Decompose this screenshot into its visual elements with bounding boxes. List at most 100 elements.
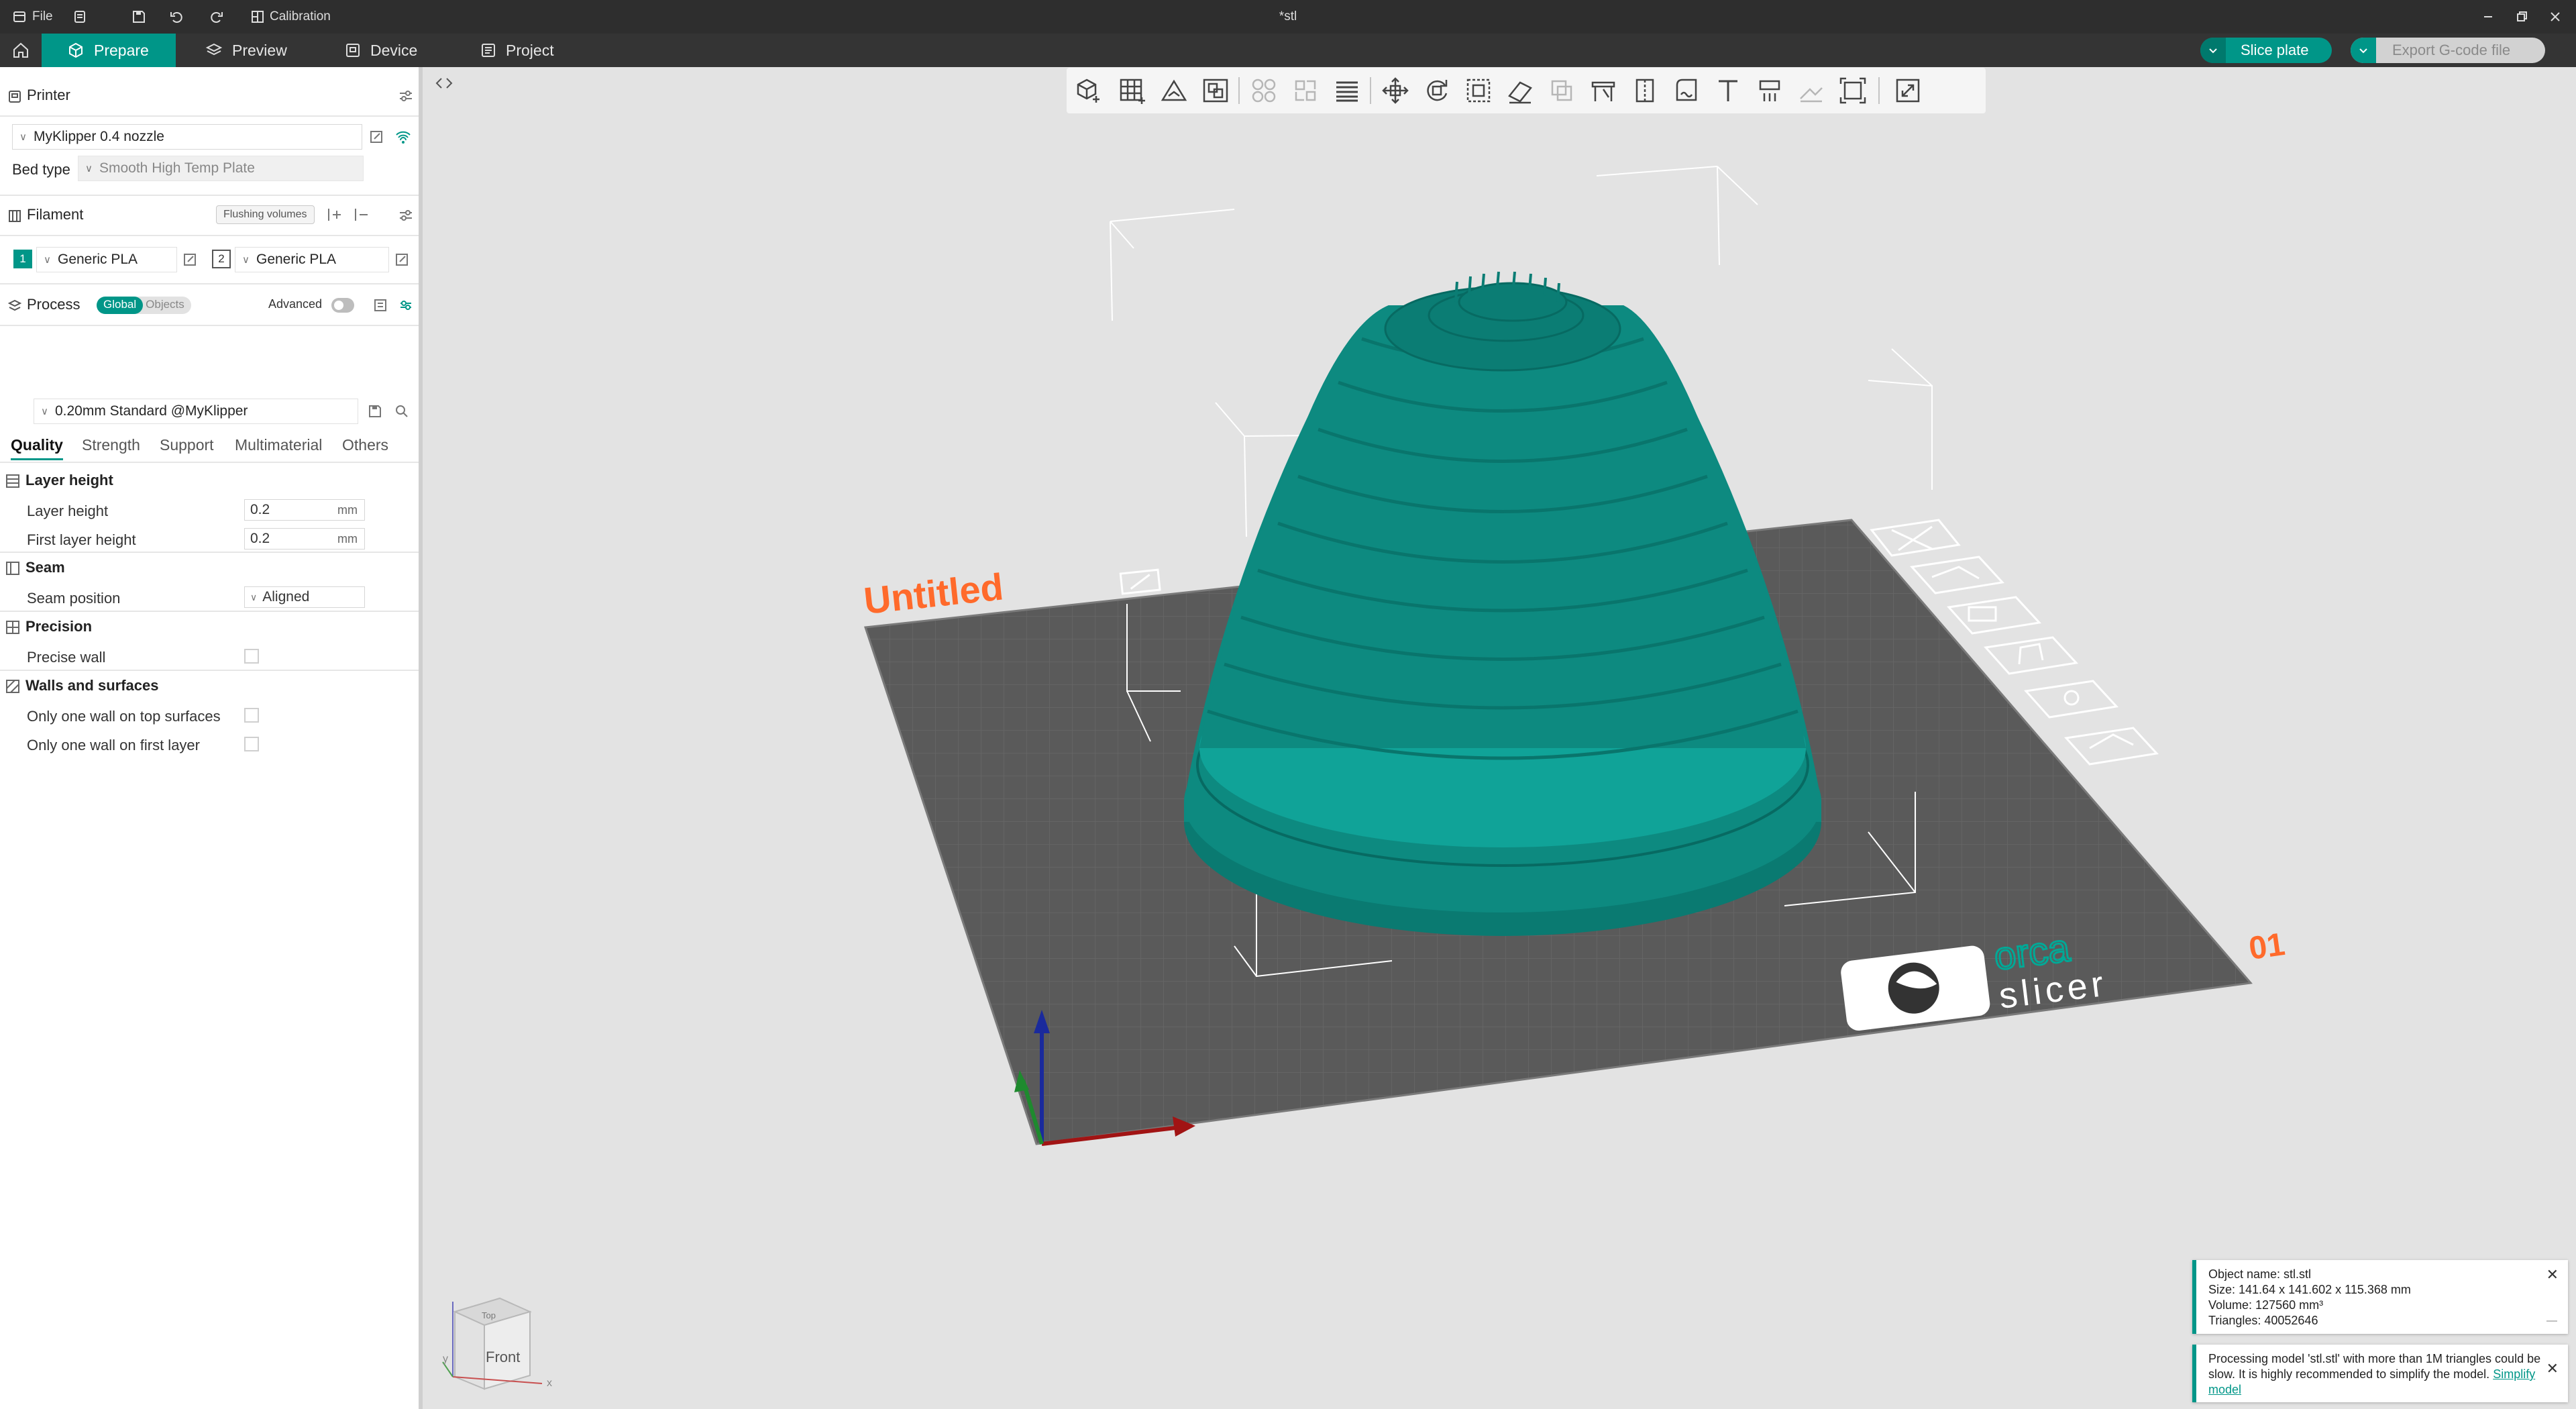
printer-connection-button[interactable]: [393, 127, 413, 147]
filament-section-header: Filament Flushing volumes: [0, 196, 419, 233]
object-triangles-text: Triangles: 40052646: [2208, 1314, 2318, 1327]
support-paint-button[interactable]: [1586, 73, 1621, 108]
view-cube[interactable]: Top Front x y: [442, 1297, 552, 1390]
file-menu[interactable]: File: [12, 0, 53, 34]
first-layer-height-input[interactable]: 0.2 mm: [244, 528, 365, 550]
tab-strength[interactable]: Strength: [82, 436, 140, 454]
close-button[interactable]: [2540, 0, 2571, 34]
minimize-button[interactable]: [2473, 0, 2504, 34]
save-preset-button[interactable]: [365, 401, 385, 421]
close-icon[interactable]: ✕: [2546, 1267, 2559, 1282]
mesh-boolean-button[interactable]: [1752, 73, 1787, 108]
add-filament-icon[interactable]: [326, 207, 342, 222]
cut-tool-button[interactable]: [1544, 73, 1579, 108]
text-icon: [1719, 80, 1737, 101]
scale-tool-button[interactable]: [1461, 73, 1496, 108]
auto-orient-button[interactable]: [1157, 73, 1191, 108]
layer-height-group: Layer height: [0, 466, 419, 495]
edit-filament-2-button[interactable]: [392, 250, 412, 270]
close-icon[interactable]: ✕: [2546, 1361, 2559, 1376]
3d-viewport[interactable]: Untitled 01 orca slicer Top Front x y: [427, 67, 2576, 1409]
slice-plate-button[interactable]: Slice plate: [2200, 38, 2332, 63]
tab-support[interactable]: Support: [160, 436, 214, 454]
arrange-plate-icon[interactable]: [1947, 596, 2041, 635]
seam-paint-button[interactable]: [1627, 73, 1662, 108]
toggle-view-mode-button[interactable]: [1890, 73, 1925, 108]
global-scope-option[interactable]: Global: [97, 297, 144, 314]
compare-presets-icon[interactable]: [373, 298, 388, 313]
tab-others[interactable]: Others: [342, 436, 388, 454]
tab-project[interactable]: Project: [451, 34, 572, 67]
tab-multimaterial[interactable]: Multimaterial: [235, 436, 322, 454]
one-wall-top-checkbox[interactable]: [244, 708, 259, 723]
arrange-button[interactable]: [1198, 73, 1233, 108]
filament-slot-2-badge[interactable]: 2: [212, 250, 231, 268]
objects-scope-option[interactable]: Objects: [143, 297, 191, 314]
text-tool-button[interactable]: [1711, 73, 1746, 108]
add-plate-button[interactable]: [1115, 73, 1150, 108]
collapse-sidebar-button[interactable]: [431, 70, 458, 97]
rotate-icon: [1427, 80, 1448, 101]
printer-select[interactable]: ∨ MyKlipper 0.4 nozzle: [12, 124, 362, 150]
tower-model[interactable]: [1184, 271, 1821, 936]
tab-device[interactable]: Device: [315, 34, 436, 67]
seam-position-select[interactable]: ∨ Aligned: [244, 586, 365, 608]
home-button[interactable]: [0, 34, 42, 67]
filament-slot-1-badge[interactable]: 1: [13, 250, 32, 268]
assembly-button[interactable]: [1794, 73, 1829, 108]
precise-wall-checkbox[interactable]: [244, 649, 259, 664]
filament-slot-2-select[interactable]: ∨ Generic PLA: [235, 247, 389, 272]
add-model-button[interactable]: [1072, 73, 1107, 108]
lock-plate-icon[interactable]: [1984, 636, 2078, 675]
orient-plate-icon[interactable]: [1910, 556, 2004, 594]
move-plate-icon[interactable]: [2064, 727, 2159, 766]
object-size-text: Size: 141.64 x 141.602 x 115.368 mm: [2208, 1283, 2411, 1296]
undo-button[interactable]: [169, 0, 184, 34]
process-scope-toggle[interactable]: Global Objects: [97, 297, 191, 314]
edit-filament-1-button[interactable]: [180, 250, 200, 270]
split-objects-button[interactable]: [1246, 73, 1281, 108]
orient-icon: [1161, 79, 1187, 101]
export-gcode-button[interactable]: Export G-code file: [2351, 38, 2545, 63]
one-wall-first-checkbox[interactable]: [244, 737, 259, 751]
precise-wall-row: Precise wall: [0, 641, 419, 671]
viewport-scene[interactable]: Untitled 01 orca slicer Top Front x y: [427, 67, 2576, 1409]
process-preset-select[interactable]: ∨ 0.20mm Standard @MyKlipper: [34, 399, 358, 424]
tab-preview[interactable]: Preview: [176, 34, 303, 67]
move-tool-button[interactable]: [1378, 73, 1413, 108]
remove-filament-icon[interactable]: [353, 207, 369, 222]
advanced-toggle[interactable]: [331, 298, 354, 313]
fuzzy-skin-button[interactable]: [1669, 73, 1704, 108]
plate-edit-icon[interactable]: [1119, 568, 1161, 595]
split-parts-button[interactable]: [1288, 73, 1323, 108]
notes-button[interactable]: [72, 0, 87, 34]
tab-prepare[interactable]: Prepare: [42, 34, 176, 67]
delete-plate-icon[interactable]: [1870, 519, 1961, 557]
chevron-down-icon: ∨: [41, 406, 48, 417]
rotate-tool-button[interactable]: [1419, 73, 1454, 108]
view-cube-front-label[interactable]: Front: [486, 1349, 520, 1365]
fit-view-button[interactable]: [1835, 73, 1870, 108]
export-dropdown-icon[interactable]: [2351, 38, 2376, 63]
search-settings-button[interactable]: [392, 401, 412, 421]
printer-settings-icon[interactable]: [398, 90, 413, 102]
lay-on-face-button[interactable]: [1503, 73, 1538, 108]
edit-printer-button[interactable]: [366, 127, 386, 147]
slice-dropdown-icon[interactable]: [2200, 38, 2226, 63]
bed-type-select[interactable]: ∨ Smooth High Temp Plate: [78, 156, 364, 181]
restore-button[interactable]: [2506, 0, 2537, 34]
chevron-down-icon: ∨: [44, 254, 51, 266]
variable-layer-height-button[interactable]: [1330, 73, 1364, 108]
filament-slot-1-select[interactable]: ∨ Generic PLA: [36, 247, 177, 272]
plate-name[interactable]: Untitled: [862, 565, 1006, 621]
redo-button[interactable]: [209, 0, 224, 34]
process-settings-icon[interactable]: [398, 298, 413, 313]
save-button[interactable]: [131, 0, 146, 34]
filament-settings-icon[interactable]: [398, 209, 413, 221]
plate-settings-icon[interactable]: [2024, 680, 2118, 719]
layer-height-input[interactable]: 0.2 mm: [244, 499, 365, 521]
flushing-volumes-button[interactable]: Flushing volumes: [216, 205, 315, 224]
collapse-icon[interactable]: —: [2546, 1313, 2557, 1328]
calibration-menu[interactable]: Calibration: [251, 0, 331, 34]
tab-quality[interactable]: Quality: [11, 436, 63, 460]
